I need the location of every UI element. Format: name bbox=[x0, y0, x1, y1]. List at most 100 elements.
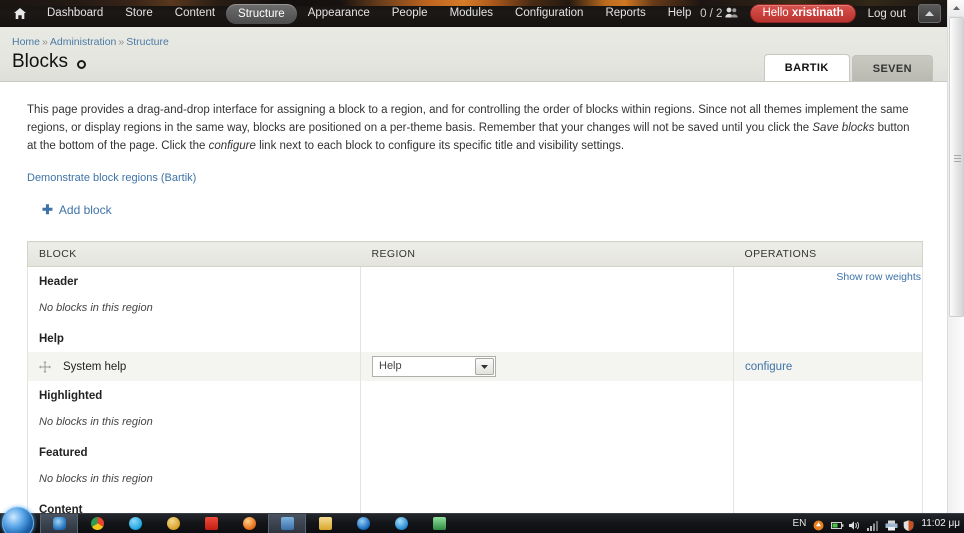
toolbar-item-help[interactable]: Help bbox=[657, 0, 703, 27]
system-tray: EN 11:02 μμ bbox=[793, 514, 960, 533]
taskbar-opera-icon[interactable] bbox=[344, 514, 382, 533]
add-block-label: Add block bbox=[58, 202, 112, 217]
region-empty-header: No blocks in this region bbox=[27, 295, 923, 325]
taskbar-f-app-icon[interactable] bbox=[192, 514, 230, 533]
admin-toolbar: Dashboard Store Content Structure Appear… bbox=[0, 0, 947, 27]
language-indicator[interactable]: EN bbox=[793, 518, 807, 529]
taskbar-water-app-icon[interactable] bbox=[382, 514, 420, 533]
region-header-featured: Featured bbox=[27, 438, 923, 467]
toolbar-item-configuration[interactable]: Configuration bbox=[504, 0, 594, 27]
chevron-up-icon bbox=[925, 11, 934, 16]
breadcrumb-item-home[interactable]: Home bbox=[12, 36, 40, 48]
scrollbar-grip bbox=[954, 155, 961, 163]
region-name: Highlighted bbox=[27, 381, 361, 410]
block-cell: System help bbox=[39, 360, 360, 373]
plus-icon: ✚ bbox=[42, 202, 53, 218]
demonstrate-block-regions-link[interactable]: Demonstrate block regions (Bartik) bbox=[27, 172, 196, 184]
volume-icon[interactable] bbox=[849, 518, 860, 530]
taskbar-apps bbox=[40, 513, 458, 533]
shield-icon[interactable] bbox=[903, 518, 914, 531]
windows-start-orb[interactable] bbox=[2, 507, 34, 533]
logout-button[interactable]: Log out bbox=[856, 8, 918, 20]
content-area: This page provides a drag-and-drop inter… bbox=[0, 82, 947, 533]
toolbar-item-content[interactable]: Content bbox=[164, 0, 226, 27]
region-header-highlighted: Highlighted bbox=[27, 381, 923, 410]
page-description: This page provides a drag-and-drop inter… bbox=[27, 102, 921, 155]
empty-region-text: No blocks in this region bbox=[27, 409, 361, 439]
network-icon[interactable] bbox=[867, 518, 879, 531]
toolbar-item-structure[interactable]: Structure bbox=[226, 3, 297, 24]
column-header-region: REGION bbox=[360, 241, 734, 268]
empty-region-text: No blocks in this region bbox=[27, 466, 361, 496]
move-icon[interactable] bbox=[39, 360, 51, 373]
region-name: Featured bbox=[27, 438, 361, 467]
toolbar-item-people[interactable]: People bbox=[381, 0, 439, 27]
breadcrumb-separator: » bbox=[42, 36, 48, 48]
scrollbar-thumb[interactable] bbox=[949, 17, 964, 317]
show-row-weights-link[interactable]: Show row weights bbox=[836, 271, 921, 283]
home-icon[interactable] bbox=[8, 8, 36, 19]
taskbar-chrome-icon[interactable] bbox=[78, 514, 116, 533]
taskbar-skype-icon[interactable] bbox=[116, 514, 154, 533]
page-header: Home» Administration» Structure Blocks BAR… bbox=[0, 27, 947, 82]
update-icon[interactable] bbox=[813, 518, 824, 531]
table-header-row: BLOCK REGION OPERATIONS bbox=[27, 241, 923, 268]
toolbar-item-store[interactable]: Store bbox=[114, 0, 164, 27]
username: xristinath bbox=[791, 7, 844, 19]
online-user-count: 0 / 2 bbox=[700, 7, 723, 20]
region-header-help: Help bbox=[27, 324, 923, 353]
region-header-header: Header bbox=[27, 266, 923, 296]
screen: Dashboard Store Content Structure Appear… bbox=[0, 0, 964, 533]
breadcrumb-separator: » bbox=[118, 36, 125, 48]
column-header-operations: OPERATIONS bbox=[733, 241, 923, 268]
page-title-text: Blocks bbox=[12, 51, 68, 72]
toolbar-item-modules[interactable]: Modules bbox=[439, 0, 504, 27]
empty-region-text: No blocks in this region bbox=[27, 295, 361, 325]
breadcrumb-item-administration[interactable]: Administration bbox=[50, 36, 117, 48]
taskbar-internet-explorer-icon[interactable] bbox=[40, 513, 78, 533]
blocks-table-body: Header No blocks in this region Help Sys… bbox=[27, 266, 923, 533]
region-select-system-help[interactable]: Help bbox=[372, 356, 496, 378]
toolbar-item-reports[interactable]: Reports bbox=[594, 0, 656, 27]
toolbar-item-dashboard[interactable]: Dashboard bbox=[36, 0, 114, 27]
taskbar-viber-icon[interactable] bbox=[154, 514, 192, 533]
printer-icon[interactable] bbox=[885, 518, 898, 531]
region-empty-highlighted: No blocks in this region bbox=[27, 409, 923, 439]
people-icon bbox=[725, 5, 739, 23]
toolbar-user-area: 0 / 2 Hello xristinath Log out bbox=[700, 0, 947, 27]
intro-em-configure: configure bbox=[208, 139, 256, 152]
region-select-value: Help bbox=[379, 360, 402, 373]
toolbar-menu: Dashboard Store Content Structure Appear… bbox=[0, 0, 702, 27]
region-name: Help bbox=[27, 324, 361, 353]
column-header-block: BLOCK bbox=[27, 241, 361, 268]
greeting-prefix: Hello bbox=[762, 7, 792, 19]
tab-bartik[interactable]: BARTIK bbox=[763, 54, 850, 81]
breadcrumb-item-structure[interactable]: Structure bbox=[126, 36, 169, 48]
taskbar-firefox-icon[interactable] bbox=[230, 514, 268, 533]
intro-part3: link next to each block to configure its… bbox=[255, 139, 625, 152]
theme-tabs: BARTIK SEVEN bbox=[763, 54, 933, 81]
blocks-table: BLOCK REGION OPERATIONS Header No blocks… bbox=[27, 241, 923, 533]
configure-link[interactable]: configure bbox=[745, 361, 792, 373]
add-block-button[interactable]: ✚ Add block bbox=[42, 203, 112, 217]
table-row[interactable]: System help Help configure bbox=[27, 352, 923, 382]
block-name: System help bbox=[63, 360, 127, 373]
intro-part1: This page provides a drag-and-drop inter… bbox=[27, 104, 909, 134]
add-block-row: ✚ Add block bbox=[27, 201, 921, 219]
breadcrumb: Home» Administration» Structure bbox=[12, 36, 947, 48]
windows-taskbar: EN 11:02 μμ bbox=[0, 507, 964, 533]
taskbar-notepad-icon[interactable] bbox=[420, 514, 458, 533]
region-empty-featured: No blocks in this region bbox=[27, 466, 923, 496]
vertical-scrollbar[interactable] bbox=[947, 0, 964, 513]
toolbar-collapse-button[interactable] bbox=[918, 4, 941, 23]
tab-seven[interactable]: SEVEN bbox=[851, 55, 933, 81]
taskbar-explorer-window-icon[interactable] bbox=[268, 513, 306, 533]
battery-icon[interactable] bbox=[831, 518, 844, 529]
chevron-down-icon[interactable] bbox=[475, 358, 494, 376]
user-greeting-badge[interactable]: Hello xristinath bbox=[750, 4, 856, 23]
scroll-up-button[interactable] bbox=[948, 0, 964, 17]
cog-icon[interactable] bbox=[76, 60, 86, 69]
toolbar-item-appearance[interactable]: Appearance bbox=[297, 0, 381, 27]
clock[interactable]: 11:02 μμ bbox=[921, 518, 960, 529]
taskbar-folder-icon[interactable] bbox=[306, 514, 344, 533]
